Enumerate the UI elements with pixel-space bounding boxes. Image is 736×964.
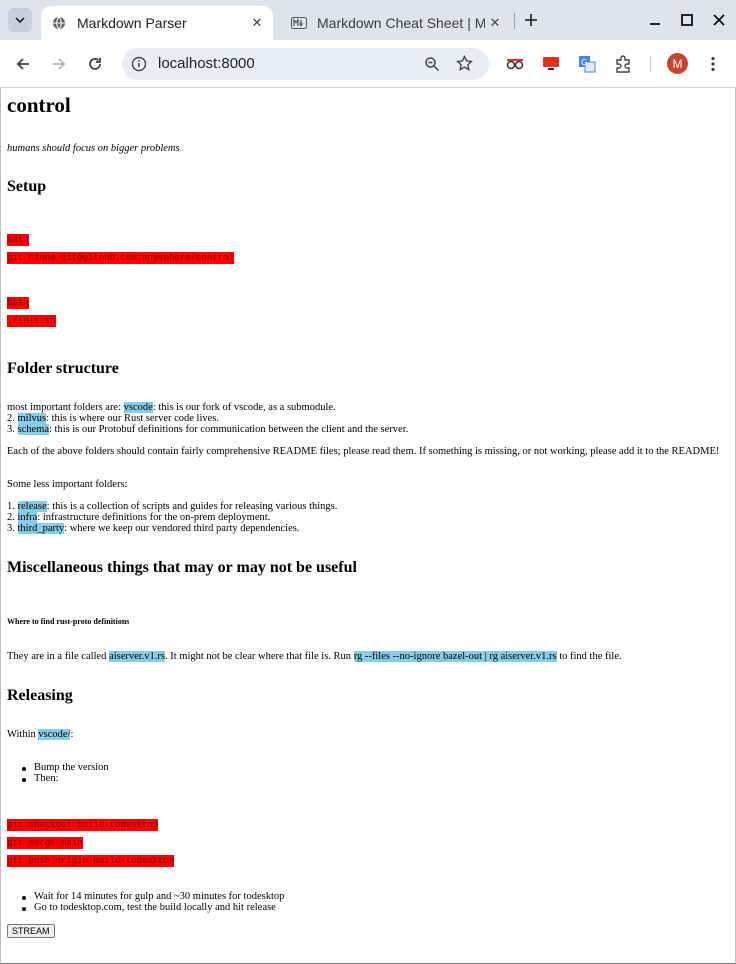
tab-search-icon[interactable]: [8, 8, 32, 32]
inline-code: aiserver.v1.rs: [109, 651, 166, 662]
inline-code: rg --files --no-ignore bazel-out | rg ai…: [353, 651, 557, 662]
page-viewport: control humans should focus on bigger pr…: [0, 88, 736, 964]
close-icon[interactable]: ✕: [247, 13, 267, 33]
tab-markdown-parser[interactable]: Markdown Parser ✕: [41, 6, 273, 40]
tab-separator: [514, 13, 515, 29]
inline-code: infra: [17, 512, 38, 523]
globe-icon: [51, 15, 67, 31]
rust-proto-paragraph: They are in a file called aiserver.v1.rs…: [7, 651, 622, 662]
inline-code: vscode/: [38, 729, 71, 740]
glasses-extension-icon[interactable]: [505, 54, 525, 74]
folder-line: 2. milvus: this is where our Rust server…: [7, 413, 220, 424]
avatar[interactable]: M: [667, 53, 688, 74]
inline-code: third_party: [17, 523, 65, 534]
code-line: ./init.sh: [7, 315, 56, 327]
menu-icon[interactable]: [703, 54, 723, 74]
code-block: git checkout build-todesktop git merge m…: [7, 814, 175, 868]
reload-icon[interactable]: [83, 52, 107, 76]
list-item: Wait for 14 minutes for gulp and ~30 min…: [21, 891, 285, 902]
tab-strip: Markdown Parser ✕ Markdown Cheat Sheet |…: [0, 0, 736, 40]
setup-heading: Setup: [7, 178, 47, 195]
address-bar[interactable]: localhost:8000: [122, 48, 489, 80]
markdown-icon: [291, 15, 307, 31]
folder-line: 2. infra: infrastructure definitions for…: [7, 512, 271, 523]
toolbar-separator: [650, 56, 651, 72]
window-close-icon[interactable]: [705, 6, 733, 34]
inline-code: schema: [17, 424, 49, 435]
svg-text:G: G: [581, 58, 587, 67]
code-line: git merge main: [7, 837, 83, 849]
tab-title: Markdown Cheat Sheet | M: [317, 15, 485, 31]
inline-code: vscode: [123, 402, 153, 413]
code-line: bash: [7, 234, 29, 246]
close-icon[interactable]: ✕: [485, 13, 505, 33]
code-line: git push origin build-todesktop: [7, 855, 175, 867]
folder-line: 1. release: this is a collection of scri…: [7, 501, 338, 512]
code-block: bash git clone git@github.com:anysphere/…: [7, 229, 234, 265]
tab-title: Markdown Parser: [77, 15, 187, 31]
monitor-extension-icon[interactable]: [541, 54, 561, 74]
back-icon[interactable]: [11, 52, 35, 76]
tab-markdown-cheat-sheet[interactable]: Markdown Cheat Sheet | M ✕: [281, 6, 511, 40]
minimize-icon[interactable]: [641, 6, 669, 34]
readme-note: Each of the above folders should contain…: [7, 446, 720, 457]
folder-line: most important folders are: vscode: this…: [7, 402, 336, 413]
list-item: Then:: [22, 773, 59, 784]
code-line: bash: [7, 297, 29, 309]
extension-icon[interactable]: [613, 54, 633, 74]
folder-line: 3. schema: this is our Protobuf definiti…: [7, 424, 409, 435]
translate-extension-icon[interactable]: G: [577, 54, 597, 74]
url-text: localhost:8000: [158, 55, 255, 72]
folder-line: 3. third_party: where we keep our vendor…: [7, 523, 300, 534]
less-important-intro: Some less important folders:: [7, 479, 128, 490]
list-item: Bump the version: [22, 762, 109, 773]
site-info-icon[interactable]: [131, 56, 147, 77]
inline-code: milvus: [17, 413, 47, 424]
browser-toolbar: localhost:8000 G M: [0, 40, 736, 88]
maximize-icon[interactable]: [673, 6, 701, 34]
tagline: humans should focus on bigger problems: [7, 143, 180, 154]
code-line: git clone git@github.com:anysphere/contr…: [7, 252, 234, 264]
code-line: git checkout build-todesktop: [7, 819, 159, 831]
new-tab-icon[interactable]: [519, 8, 543, 32]
page-title: control: [7, 93, 71, 117]
releasing-heading: Releasing: [7, 687, 73, 704]
stream-button[interactable]: STREAM: [7, 924, 55, 938]
code-block: bash ./init.sh: [7, 292, 56, 328]
inline-code: release: [17, 501, 47, 512]
forward-icon[interactable]: [47, 52, 71, 76]
bookmark-star-icon[interactable]: [456, 54, 473, 77]
folder-structure-heading: Folder structure: [7, 360, 119, 377]
misc-heading: Miscellaneous things that may or may not…: [7, 559, 357, 576]
rust-proto-subheading: Where to find rust-proto definitions: [7, 617, 130, 626]
within-line: Within vscode/:: [7, 729, 74, 740]
zoom-icon[interactable]: [424, 56, 440, 77]
list-item: Go to todesktop.com, test the build loca…: [22, 902, 276, 913]
